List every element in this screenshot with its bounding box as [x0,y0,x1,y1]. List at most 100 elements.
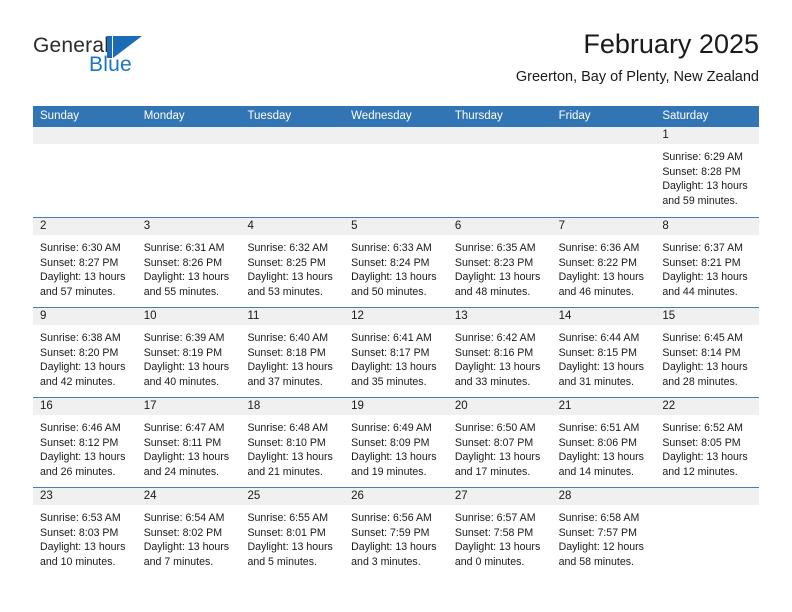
sunrise-text: Sunrise: 6:55 AM [247,512,329,524]
calendar-day-cell-10[interactable]: 10 Sunrise: 6:39 AM Sunset: 8:19 PM Dayligh… [136,308,241,397]
calendar-day-cell-19[interactable]: 19 Sunrise: 6:49 AM Sunset: 8:09 PM Dayligh… [344,398,448,487]
day-details: Sunrise: 6:47 AM Sunset: 8:11 PM Daylight:… [137,415,241,479]
day-number-band: 17 [136,398,241,415]
daylight-text-line2: and 33 minutes. [454,375,531,388]
day-number-band [240,127,345,144]
weekday-header-row: Sunday Monday Tuesday Wednesday Thursday Frid… [33,106,759,127]
daylight-text-line1: Daylight: 13 hours [247,361,333,374]
day-number: 3 [143,220,151,232]
daylight-text-line1: Daylight: 13 hours [662,271,748,284]
daylight-text-line2: and 42 minutes. [40,375,116,388]
calendar-page: General Blue February 2025 Greerton, Bay… [0,0,792,612]
sunrise-text: Sunrise: 6:35 AM [454,242,536,254]
calendar-day-cell-23[interactable]: 23 Sunrise: 6:53 AM Sunset: 8:03 PM Dayligh… [33,488,137,577]
sunset-text: Sunset: 8:12 PM [40,436,119,449]
calendar-day-cell-6[interactable]: 6 Sunrise: 6:35 AM Sunset: 8:23 PM Daylight… [447,218,552,307]
calendar-day-cell-7[interactable]: 7 Sunrise: 6:36 AM Sunset: 8:22 PM Daylight… [551,218,656,307]
sunset-text: Sunset: 8:19 PM [143,346,223,359]
day-number: 9 [40,310,47,322]
calendar-day-cell-5[interactable]: 5 Sunrise: 6:33 AM Sunset: 8:24 PM Daylight… [344,218,448,307]
sunset-text: Sunset: 8:17 PM [351,346,430,359]
title-block: February 2025 Greerton, Bay of Plenty, N… [516,28,759,86]
day-details: Sunrise: 6:46 AM Sunset: 8:12 PM Daylight:… [33,415,137,479]
calendar-day-cell-14[interactable]: 14 Sunrise: 6:44 AM Sunset: 8:15 PM Dayligh… [551,308,656,397]
weekday-header-thursday: Thursday [454,110,503,122]
calendar-day-cell-3[interactable]: 3 Sunrise: 6:31 AM Sunset: 8:26 PM Daylight… [136,218,241,307]
sunset-text: Sunset: 8:15 PM [558,346,637,359]
day-number-band: 4 [240,218,345,235]
calendar-day-cell-13[interactable]: 13 Sunrise: 6:42 AM Sunset: 8:16 PM Dayligh… [447,308,552,397]
daylight-text-line2: and 10 minutes. [40,555,116,568]
day-number-band: 19 [344,398,448,415]
daylight-text-line1: Daylight: 13 hours [351,271,437,284]
calendar-day-cell-27[interactable]: 27 Sunrise: 6:57 AM Sunset: 7:58 PM Dayligh… [447,488,552,577]
day-details: Sunrise: 6:49 AM Sunset: 8:09 PM Daylight:… [344,415,448,479]
brand-logo[interactable]: General Blue [33,34,233,82]
calendar-day-cell-18[interactable]: 18 Sunrise: 6:48 AM Sunset: 8:10 PM Dayligh… [240,398,345,487]
daylight-text-line2: and 14 minutes. [558,465,634,478]
day-details: Sunrise: 6:44 AM Sunset: 8:15 PM Daylight:… [552,325,656,389]
day-number-band: 3 [136,218,241,235]
day-number: 14 [558,310,572,322]
calendar-day-cell-15[interactable]: 15 Sunrise: 6:45 AM Sunset: 8:14 PM Dayligh… [655,308,760,397]
calendar-day-cell-16[interactable]: 16 Sunrise: 6:46 AM Sunset: 8:12 PM Dayligh… [33,398,137,487]
day-number: 2 [40,220,47,232]
calendar-day-cell-28[interactable]: 28 Sunrise: 6:58 AM Sunset: 7:57 PM Dayligh… [551,488,656,577]
sunset-text: Sunset: 8:18 PM [247,346,326,359]
daylight-text-line1: Daylight: 13 hours [40,541,126,554]
calendar-day-cell-4[interactable]: 4 Sunrise: 6:32 AM Sunset: 8:25 PM Daylight… [240,218,345,307]
calendar-day-cell-24[interactable]: 24 Sunrise: 6:54 AM Sunset: 8:02 PM Dayligh… [136,488,241,577]
calendar-day-cell-26[interactable]: 26 Sunrise: 6:56 AM Sunset: 7:59 PM Dayligh… [344,488,448,577]
day-number-band: 14 [551,308,656,325]
sunrise-text: Sunrise: 6:51 AM [558,422,640,434]
calendar-week-row: 9 Sunrise: 6:38 AM Sunset: 8:20 PM Daylight… [33,307,760,397]
day-details: Sunrise: 6:51 AM Sunset: 8:06 PM Daylight:… [552,415,656,479]
daylight-text-line1: Daylight: 13 hours [40,361,126,374]
calendar-day-cell-empty [551,127,656,217]
calendar-day-cell-12[interactable]: 12 Sunrise: 6:41 AM Sunset: 8:17 PM Dayligh… [344,308,448,397]
day-number: 17 [143,400,157,412]
sunrise-text: Sunrise: 6:44 AM [558,332,640,344]
sunset-text: Sunset: 8:06 PM [558,436,637,449]
calendar-day-cell-1[interactable]: 1 Sunrise: 6:29 AM Sunset: 8:28 PM Daylight… [655,127,760,217]
daylight-text-line1: Daylight: 12 hours [558,541,644,554]
day-number: 4 [247,220,254,232]
daylight-text-line1: Daylight: 13 hours [662,451,748,464]
daylight-text-line1: Daylight: 13 hours [351,361,437,374]
day-number-band: 13 [447,308,552,325]
sunset-text: Sunset: 8:02 PM [143,526,223,539]
day-details: Sunrise: 6:42 AM Sunset: 8:16 PM Daylight:… [448,325,552,389]
calendar-day-cell-25[interactable]: 25 Sunrise: 6:55 AM Sunset: 8:01 PM Dayligh… [240,488,345,577]
sunset-text: Sunset: 8:01 PM [247,526,326,539]
daylight-text-line2: and 48 minutes. [454,285,531,298]
day-number: 7 [558,220,565,232]
sunset-text: Sunset: 8:11 PM [143,436,222,449]
calendar-day-cell-2[interactable]: 2 Sunrise: 6:30 AM Sunset: 8:27 PM Daylight… [33,218,137,307]
day-details: Sunrise: 6:58 AM Sunset: 7:57 PM Daylight:… [552,505,656,569]
calendar-day-cell-22[interactable]: 22 Sunrise: 6:52 AM Sunset: 8:05 PM Dayligh… [655,398,760,487]
day-details: Sunrise: 6:56 AM Sunset: 7:59 PM Daylight:… [344,505,448,569]
day-number-band: 10 [136,308,241,325]
daylight-text-line1: Daylight: 13 hours [662,180,748,193]
sunrise-text: Sunrise: 6:29 AM [662,151,743,163]
calendar-day-cell-20[interactable]: 20 Sunrise: 6:50 AM Sunset: 8:07 PM Dayligh… [447,398,552,487]
sunset-text: Sunset: 8:16 PM [454,346,534,359]
calendar-day-cell-21[interactable]: 21 Sunrise: 6:51 AM Sunset: 8:06 PM Dayligh… [551,398,656,487]
sunrise-text: Sunrise: 6:30 AM [40,242,121,254]
daylight-text-line1: Daylight: 13 hours [454,541,541,554]
sunrise-text: Sunrise: 6:58 AM [558,512,640,524]
sunset-text: Sunset: 8:10 PM [247,436,326,449]
daylight-text-line2: and 50 minutes. [351,285,427,298]
day-number-band: 16 [33,398,137,415]
calendar-day-cell-empty [33,127,137,217]
calendar-day-cell-empty [240,127,345,217]
calendar-day-cell-17[interactable]: 17 Sunrise: 6:47 AM Sunset: 8:11 PM Dayligh… [136,398,241,487]
day-number: 15 [662,310,676,322]
day-number-band: 22 [655,398,760,415]
day-number-band: 20 [447,398,552,415]
day-details: Sunrise: 6:33 AM Sunset: 8:24 PM Daylight:… [344,235,448,299]
calendar-day-cell-8[interactable]: 8 Sunrise: 6:37 AM Sunset: 8:21 PM Daylight… [655,218,760,307]
calendar-day-cell-11[interactable]: 11 Sunrise: 6:40 AM Sunset: 8:18 PM Dayligh… [240,308,345,397]
calendar-day-cell-9[interactable]: 9 Sunrise: 6:38 AM Sunset: 8:20 PM Daylight… [33,308,137,397]
day-number: 22 [662,400,676,412]
